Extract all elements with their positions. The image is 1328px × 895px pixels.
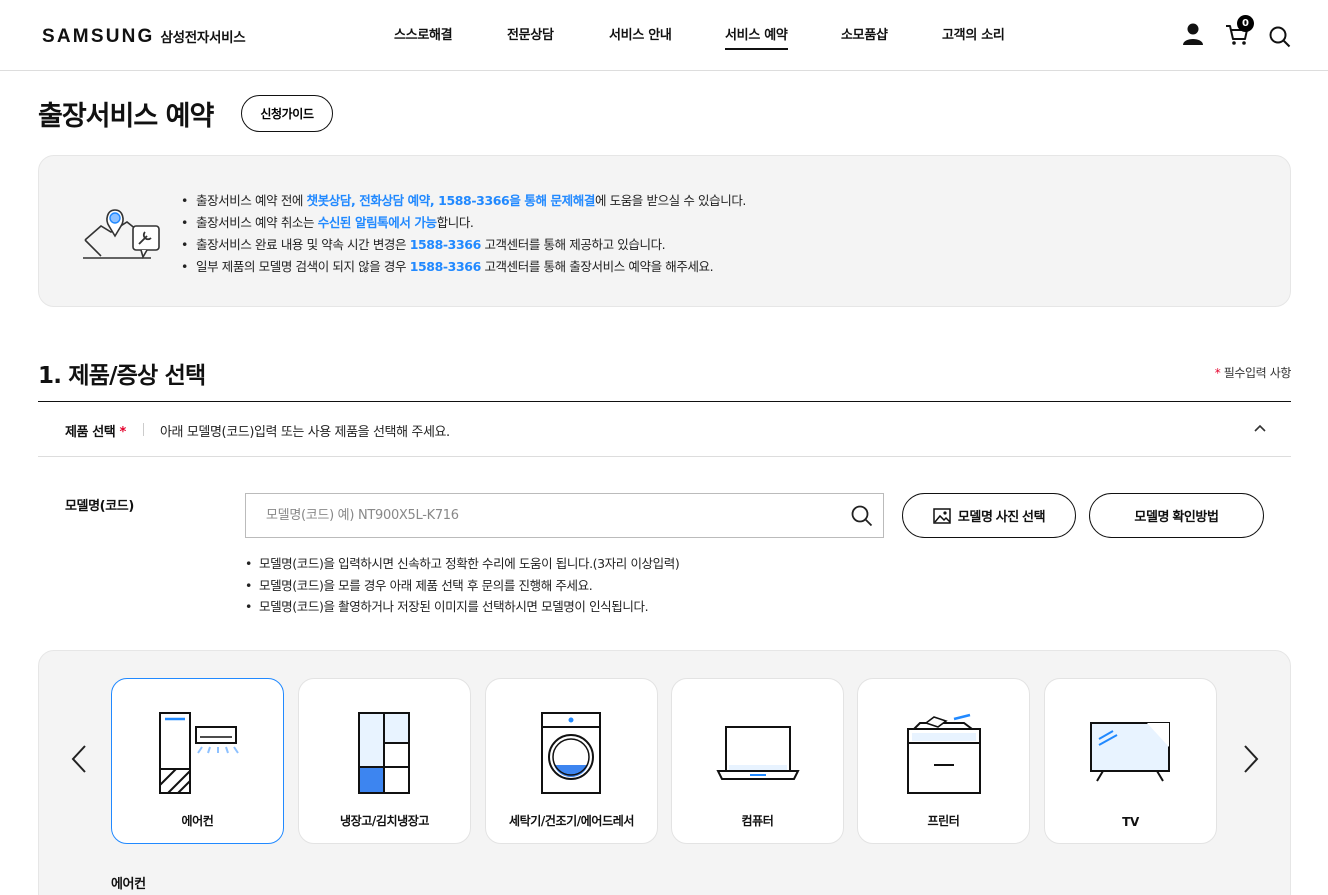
notice-box: 출장서비스 예약 전에 챗봇상담, 전화상담 예약, 1588-3366을 통해… xyxy=(38,155,1291,307)
category-card-tv[interactable]: TV xyxy=(1044,678,1217,844)
selected-category-title: 에어컨 xyxy=(111,877,146,892)
category-label: 세탁기/건조기/에어드레서 xyxy=(508,814,634,828)
nav-item-consumables-shop[interactable]: 소모품샵 xyxy=(841,24,888,48)
image-icon xyxy=(933,507,951,524)
divider xyxy=(143,423,144,436)
product-select-row[interactable]: 제품 선택 * 아래 모델명(코드)입력 또는 사용 제품을 선택해 주세요. xyxy=(38,402,1291,457)
nav-item-self-solve[interactable]: 스스로해결 xyxy=(394,24,453,48)
notice-highlight: 1588-3366 xyxy=(409,259,482,274)
cart-count-badge: 0 xyxy=(1237,15,1254,32)
main-nav: 스스로해결 전문상담 서비스 안내 서비스 예약 소모품샵 고객의 소리 xyxy=(0,24,1328,50)
model-note: 모델명(코드)을 모를 경우 아래 제품 선택 후 문의를 진행해 주세요. xyxy=(245,575,679,597)
model-code-label: 모델명(코드) xyxy=(65,499,134,514)
page-title: 출장서비스 예약 xyxy=(38,101,214,132)
map-pin-wrench-icon xyxy=(81,204,163,266)
notice-highlight: 챗봇상담, 전화상담 예약, 1588-3366을 통해 문제해결 xyxy=(306,193,596,208)
category-label: 프린터 xyxy=(927,814,960,828)
model-check-method-button[interactable]: 모델명 확인방법 xyxy=(1089,493,1264,538)
nav-item-expert-consult[interactable]: 전문상담 xyxy=(507,24,554,48)
category-label: 컴퓨터 xyxy=(741,814,774,828)
product-category-carousel: 에어컨 냉장고/김치냉장고 세탁기/건조기/에어드레서 컴퓨터 프린터 TV 에… xyxy=(38,650,1291,895)
refrigerator-icon xyxy=(358,712,410,794)
model-photo-select-button[interactable]: 모델명 사진 선택 xyxy=(902,493,1076,538)
model-note: 모델명(코드)을 촬영하거나 저장된 이미지를 선택하시면 모델명이 인식됩니다… xyxy=(245,596,679,618)
category-card-washing-machine[interactable]: 세탁기/건조기/에어드레서 xyxy=(485,678,658,844)
notice-highlight: 1588-3366 xyxy=(409,237,482,252)
category-label: TV xyxy=(1122,815,1139,829)
model-search-icon[interactable] xyxy=(851,505,873,531)
nav-item-service-info[interactable]: 서비스 안내 xyxy=(609,24,672,48)
user-icon[interactable] xyxy=(1182,22,1204,50)
section-title: 1. 제품/증상 선택 xyxy=(38,363,206,389)
notice-highlight: 수신된 알림톡에서 가능 xyxy=(317,215,437,230)
search-icon[interactable] xyxy=(1269,26,1291,52)
chevron-left-icon[interactable] xyxy=(69,743,89,779)
category-label: 에어컨 xyxy=(181,814,214,828)
notice-list: 출장서비스 예약 전에 챗봇상담, 전화상담 예약, 1588-3366을 통해… xyxy=(181,190,746,278)
category-card-computer[interactable]: 컴퓨터 xyxy=(671,678,844,844)
chevron-right-icon[interactable] xyxy=(1241,743,1261,779)
notice-item: 출장서비스 완료 내용 및 약속 시간 변경은 1588-3366 고객센터를 … xyxy=(181,234,746,256)
tv-icon xyxy=(1090,722,1170,782)
application-guide-button[interactable]: 신청가이드 xyxy=(241,95,333,132)
model-code-field xyxy=(245,493,884,538)
model-code-input[interactable] xyxy=(246,494,846,537)
category-label: 냉장고/김치냉장고 xyxy=(339,814,430,828)
model-notes: 모델명(코드)을 입력하시면 신속하고 정확한 수리에 도움이 됩니다.(3자리… xyxy=(245,553,680,618)
chevron-up-icon[interactable] xyxy=(1253,418,1267,442)
site-header: SAMSUNG 삼성전자서비스 스스로해결 전문상담 서비스 안내 서비스 예약… xyxy=(0,0,1328,71)
product-select-label: 제품 선택 * xyxy=(65,425,126,440)
category-card-refrigerator[interactable]: 냉장고/김치냉장고 xyxy=(298,678,471,844)
nav-item-customer-voice[interactable]: 고객의 소리 xyxy=(942,24,1005,48)
notice-item: 출장서비스 예약 전에 챗봇상담, 전화상담 예약, 1588-3366을 통해… xyxy=(181,190,746,212)
notice-item: 일부 제품의 모델명 검색이 되지 않을 경우 1588-3366 고객센터를 … xyxy=(181,256,746,278)
nav-item-service-reservation[interactable]: 서비스 예약 xyxy=(725,24,788,50)
model-note: 모델명(코드)을 입력하시면 신속하고 정확한 수리에 도움이 됩니다.(3자리… xyxy=(245,553,680,575)
product-select-description: 아래 모델명(코드)입력 또는 사용 제품을 선택해 주세요. xyxy=(160,425,450,440)
category-card-air-conditioner[interactable]: 에어컨 xyxy=(111,678,284,844)
washing-machine-icon xyxy=(541,712,601,794)
air-conditioner-icon xyxy=(159,712,239,794)
printer-icon xyxy=(907,713,981,794)
category-card-printer[interactable]: 프린터 xyxy=(857,678,1030,844)
required-note: * 필수입력 사항 xyxy=(1214,366,1292,380)
notice-item: 출장서비스 예약 취소는 수신된 알림톡에서 가능합니다. xyxy=(181,212,746,234)
required-star: * xyxy=(1214,366,1221,380)
laptop-icon xyxy=(716,726,800,780)
